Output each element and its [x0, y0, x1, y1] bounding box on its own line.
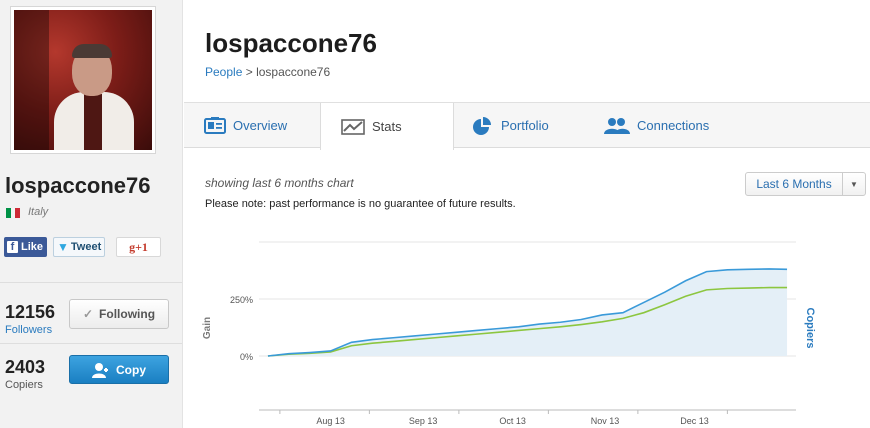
- checkmark-icon: ✓: [82, 307, 94, 321]
- period-select[interactable]: Last 6 Months ▼: [745, 172, 866, 196]
- divider: [0, 282, 182, 283]
- breadcrumb-separator: >: [245, 65, 253, 79]
- performance-disclaimer: Please note: past performance is no guar…: [205, 198, 516, 210]
- id-card-icon: [204, 117, 226, 134]
- tab-connections[interactable]: Connections: [592, 103, 742, 148]
- divider: [0, 343, 182, 344]
- tab-portfolio[interactable]: Portfolio: [454, 103, 592, 148]
- period-select-value[interactable]: Last 6 Months: [746, 173, 843, 195]
- profile-sidebar: lospaccone76 Italy f Like ▼ Tweet g +1 1…: [0, 0, 183, 428]
- followers-count: 12156: [5, 302, 56, 322]
- y-axis-title: Gain: [202, 317, 213, 339]
- copy-label: Copy: [116, 362, 146, 377]
- pie-chart-icon: [473, 116, 491, 135]
- line-chart-icon: [341, 118, 365, 135]
- following-label: Following: [99, 307, 156, 321]
- y-tick-label: 250%: [230, 295, 253, 305]
- followers-link[interactable]: Followers: [5, 324, 52, 336]
- avatar-frame[interactable]: [10, 6, 156, 154]
- tweet-label: Tweet: [70, 241, 102, 253]
- x-tick-label: Aug 13: [316, 416, 345, 426]
- breadcrumb: People > lospaccone76: [205, 65, 330, 79]
- avatar: [14, 10, 152, 150]
- x-tick-label: Oct 13: [499, 416, 526, 426]
- y-tick-label: 0%: [240, 352, 253, 362]
- tweet-button[interactable]: ▼ Tweet: [53, 237, 105, 257]
- twitter-icon: ▼: [57, 240, 69, 254]
- sidebar-country: Italy: [28, 206, 49, 218]
- tab-portfolio-label: Portfolio: [501, 118, 549, 133]
- facebook-like-button[interactable]: f Like: [4, 237, 47, 257]
- breadcrumb-people-link[interactable]: People: [205, 65, 242, 79]
- tab-stats[interactable]: Stats: [320, 103, 454, 150]
- main-content: lospaccone76 People > lospaccone76 Overv…: [184, 0, 870, 428]
- google-plus-label: +1: [135, 239, 148, 254]
- x-tick-label: Sep 13: [409, 416, 438, 426]
- copy-user-icon: [92, 362, 108, 378]
- google-plus-button[interactable]: g +1: [116, 237, 161, 257]
- following-button[interactable]: ✓ Following: [69, 299, 169, 329]
- copiers-label: Copiers: [5, 379, 43, 391]
- x-tick-label: Nov 13: [591, 416, 620, 426]
- facebook-like-label: Like: [21, 241, 44, 253]
- chart-range-caption: showing last 6 months chart: [205, 176, 354, 190]
- profile-tabs: Overview Stats Portfolio Connections: [184, 102, 870, 150]
- chevron-down-icon[interactable]: ▼: [843, 173, 865, 195]
- people-icon: [604, 117, 630, 134]
- performance-chart: 250% 0% Gain Copiers Aug 13 Sep 13 Oct 13 Nov 1…: [202, 241, 816, 426]
- italy-flag-icon: [6, 208, 21, 218]
- page-title: lospaccone76: [205, 28, 377, 58]
- y2-axis-title: Copiers: [804, 308, 816, 349]
- gain-area: [267, 268, 788, 356]
- sidebar-username: lospaccone76: [5, 173, 151, 198]
- tab-overview[interactable]: Overview: [184, 103, 320, 148]
- tab-stats-label: Stats: [372, 119, 402, 134]
- tab-overview-label: Overview: [233, 118, 288, 133]
- x-tick-label: Dec 13: [680, 416, 709, 426]
- copy-button[interactable]: Copy: [69, 355, 169, 384]
- tab-connections-label: Connections: [637, 118, 710, 133]
- facebook-icon: f: [7, 241, 18, 253]
- breadcrumb-current: lospaccone76: [256, 65, 331, 79]
- copiers-count: 2403: [5, 357, 46, 377]
